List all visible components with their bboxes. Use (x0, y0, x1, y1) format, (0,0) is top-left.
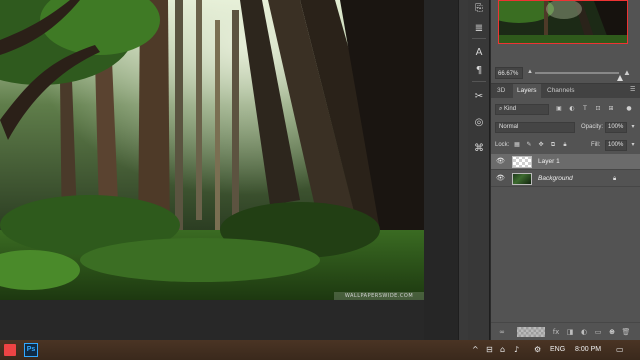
document-canvas-area[interactable]: WALLPAPERSWIDE.COM (0, 0, 458, 340)
new-layer-icon[interactable]: ⊕ (607, 328, 617, 337)
layer-lock-icon[interactable]: 🔒︎ (613, 175, 616, 183)
pasteboard (424, 0, 458, 340)
layer-name: Layer 1 (538, 158, 560, 165)
tool-presets-icon[interactable]: ⌘ (472, 142, 486, 156)
brush-settings-icon[interactable]: ✂ (472, 90, 486, 104)
layer-name: Background (538, 175, 573, 182)
lock-label: Lock: (495, 142, 510, 148)
action-center-icon[interactable]: ▭ (616, 345, 624, 355)
lock-row: Lock: ▦ ✎ ✥ ⧉ 🔒︎ Fill: 100% ▾ (491, 138, 640, 152)
tab-3d[interactable]: 3D (493, 84, 509, 98)
zoom-value-field[interactable]: 66.67% (495, 67, 523, 79)
layer-thumbnail (512, 156, 532, 168)
filter-kind-select[interactable]: ⌕ Kind (495, 104, 549, 115)
icon-divider (472, 38, 486, 39)
panel-tabs: 3D Layers Channels ☰ (491, 84, 640, 98)
right-panels: 66.67% ▲ ▲ 3D Layers Channels ☰ ⌕ Kind ▣ (491, 0, 640, 341)
paragraph-icon[interactable]: ¶ (472, 64, 486, 78)
network-icon[interactable]: ⊟ (486, 345, 493, 355)
clone-source-icon[interactable]: ◎ (472, 116, 486, 130)
zoom-out-icon[interactable]: ▲ (527, 69, 533, 75)
tab-layers[interactable]: Layers (513, 84, 541, 98)
zoom-in-icon[interactable]: ▲ (623, 68, 631, 77)
filter-toggle-icon[interactable]: ● (625, 105, 633, 113)
layers-footer: ∞ fx ◨ ◐ ▭ ⊕ 🗑︎ (491, 322, 640, 341)
windows-logo-icon[interactable] (4, 344, 16, 356)
taskbar-clock[interactable]: 8:00 PM (575, 345, 601, 355)
layers-panel: 3D Layers Channels ☰ ⌕ Kind ▣ ◐ T ⊡ ⊞ ● … (491, 83, 640, 341)
image-watermark: WALLPAPERSWIDE.COM (334, 292, 424, 300)
filter-type-icon[interactable]: T (581, 105, 589, 113)
photoshop-icon[interactable]: Ps (24, 343, 38, 357)
filter-smart-object-icon[interactable]: ⊞ (607, 105, 615, 113)
layer-thumbnail (512, 173, 532, 185)
history-icon[interactable]: ⎘ (472, 2, 486, 16)
blend-row: Normal Opacity: 100% ▾ (491, 120, 640, 134)
navigator-zoom-row: 66.67% ▲ ▲ (491, 66, 640, 81)
opacity-label: Opacity: (581, 124, 604, 130)
visibility-eye-icon[interactable]: 👁︎ (496, 158, 505, 166)
lock-transparent-icon[interactable]: ▦ (513, 141, 521, 149)
panel-menu-icon[interactable]: ☰ (630, 87, 636, 93)
link-layers-icon[interactable]: ∞ (497, 328, 507, 337)
adjustment-layer-icon[interactable]: ◐ (579, 328, 589, 337)
tray-utility-icon[interactable]: ⚙ (534, 345, 541, 355)
character-icon[interactable]: A (472, 46, 486, 60)
visibility-eye-icon[interactable]: 👁︎ (496, 175, 505, 183)
fill-dropdown-icon[interactable]: ▾ (629, 141, 637, 149)
language-indicator[interactable]: ENG (550, 345, 565, 355)
trash-icon[interactable]: 🗑︎ (621, 328, 631, 337)
tray-chevron-up-icon[interactable]: ^ (472, 345, 479, 355)
filter-row: ⌕ Kind ▣ ◐ T ⊡ ⊞ ● (491, 102, 640, 116)
fill-label: Fill: (591, 142, 601, 148)
lock-image-icon[interactable]: ✎ (525, 141, 533, 149)
layer-row-background[interactable]: 👁︎ Background 🔒︎ (491, 171, 640, 187)
lock-artboard-icon[interactable]: ⧉ (549, 141, 557, 149)
volume-icon[interactable]: ♪ (514, 345, 519, 355)
new-group-icon[interactable]: ▭ (593, 328, 603, 337)
properties-icon[interactable]: ≣ (472, 22, 486, 36)
opacity-field[interactable]: 100% (605, 122, 627, 133)
filter-adjustment-icon[interactable]: ◐ (568, 105, 576, 113)
navigator-preview[interactable] (498, 0, 628, 44)
navigator-panel: 66.67% ▲ ▲ (491, 0, 640, 82)
windows-taskbar: Ps ^ ⊟ ⌂ ♪ ⚙ ENG 8:00 PM ▭ (0, 340, 640, 360)
collapsed-dock-strip[interactable] (458, 0, 468, 340)
filter-pixel-icon[interactable]: ▣ (555, 105, 563, 113)
add-mask-icon[interactable]: ◨ (565, 328, 575, 337)
add-style-icon[interactable]: fx (551, 328, 561, 337)
blend-mode-select[interactable]: Normal (495, 122, 575, 133)
tray-app-icon[interactable]: ⌂ (500, 345, 505, 355)
icon-divider (472, 81, 486, 82)
filter-kind-value: Kind (504, 106, 517, 112)
drag-ghost-thumbnail (517, 327, 545, 337)
panel-icons-column: ⎘ ≣ A ¶ ✂ ◎ ⌘ (468, 0, 490, 340)
layer-row-layer-1[interactable]: 👁︎ Layer 1 (491, 154, 640, 170)
lock-all-icon[interactable]: 🔒︎ (561, 141, 569, 149)
fill-field[interactable]: 100% (605, 140, 627, 151)
photoshop-window: WALLPAPERSWIDE.COM ⎘ ≣ A ¶ ✂ ◎ ⌘ 66.67% … (0, 0, 640, 360)
forest-image[interactable]: WALLPAPERSWIDE.COM (0, 0, 424, 300)
opacity-dropdown-icon[interactable]: ▾ (629, 123, 637, 131)
tab-channels[interactable]: Channels (543, 84, 578, 98)
lock-position-icon[interactable]: ✥ (537, 141, 545, 149)
zoom-slider[interactable] (535, 72, 623, 81)
filter-shape-icon[interactable]: ⊡ (594, 105, 602, 113)
